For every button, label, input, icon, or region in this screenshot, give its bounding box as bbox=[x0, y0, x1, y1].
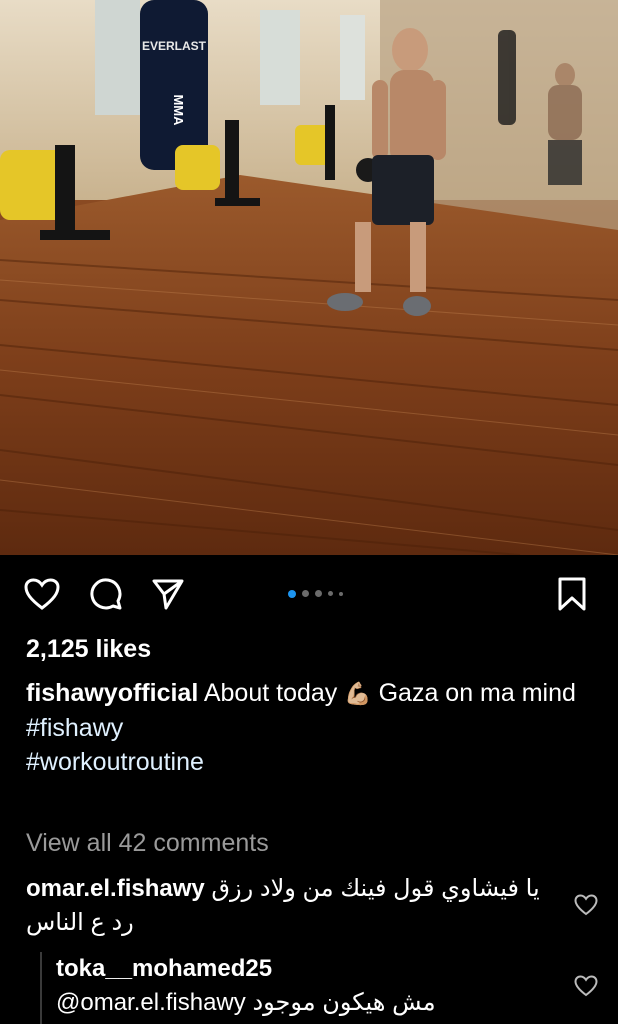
hashtag-link[interactable]: #workoutroutine bbox=[26, 748, 204, 776]
reply-mention[interactable]: @omar.el.fishawy bbox=[56, 989, 246, 1016]
heart-outline-icon[interactable] bbox=[574, 975, 598, 999]
carousel-indicator bbox=[288, 589, 343, 598]
hashtag-link[interactable]: #fishawy bbox=[26, 714, 123, 742]
carousel-dot bbox=[339, 591, 343, 596]
comment-bubble-icon[interactable] bbox=[86, 574, 126, 614]
bookmark-icon[interactable] bbox=[552, 574, 592, 614]
reply-username[interactable]: toka__mohamed25 bbox=[56, 952, 556, 986]
comment-username[interactable]: omar.el.fishawy bbox=[26, 875, 205, 902]
reply-text: مش هيكون موجود bbox=[252, 989, 436, 1016]
heart-outline-icon[interactable] bbox=[574, 894, 598, 918]
caption-text: About today bbox=[203, 679, 338, 707]
post-caption: fishawyofficial About today 💪🏼 Gaza on m… bbox=[26, 676, 596, 779]
svg-text:EVERLAST: EVERLAST bbox=[142, 39, 207, 53]
carousel-dot bbox=[302, 590, 309, 597]
post-action-bar bbox=[0, 574, 618, 614]
comment-item: omar.el.fishawy يا فيشاوي قول فينك من ول… bbox=[26, 872, 566, 940]
post-photo[interactable]: EVERLAST MMA bbox=[0, 0, 618, 555]
paper-plane-icon[interactable] bbox=[148, 574, 188, 614]
reply-item: toka__mohamed25 @omar.el.fishawy مش هيكو… bbox=[56, 952, 556, 1020]
likes-count[interactable]: 2,125 likes bbox=[26, 632, 596, 666]
carousel-dot bbox=[328, 591, 333, 596]
view-all-comments-link[interactable]: View all 42 comments bbox=[26, 826, 596, 860]
caption-tail: Gaza on ma mind bbox=[378, 679, 576, 707]
flexed-biceps-emoji: 💪🏼 bbox=[344, 681, 372, 706]
caption-author[interactable]: fishawyofficial bbox=[26, 679, 198, 707]
reply-thread-line bbox=[40, 952, 42, 1024]
gym-photo-illustration: EVERLAST MMA bbox=[0, 0, 618, 555]
svg-text:MMA: MMA bbox=[171, 94, 186, 126]
heart-icon[interactable] bbox=[22, 574, 62, 614]
carousel-dot bbox=[315, 590, 322, 597]
carousel-dot-active bbox=[288, 589, 296, 598]
